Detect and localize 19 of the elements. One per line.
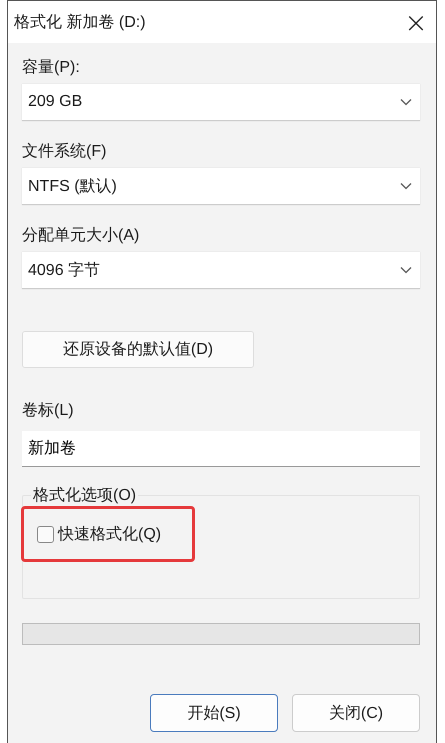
chevron-down-icon [400,182,412,190]
input-field[interactable]: 新加卷 [22,431,420,467]
group-title: 格式化选项(O) [31,485,138,506]
field-label: 卷标(L) [22,401,75,421]
window-title: 格式化 新加卷 (D:) [14,12,146,32]
dropdown[interactable]: 209 GB [22,84,420,121]
restore-defaults-button[interactable]: 还原设备的默认值(D) [22,331,254,368]
checkbox-label[interactable]: 快速格式化(Q) [58,524,162,545]
chevron-down-icon [400,266,412,274]
checkbox[interactable] [37,526,54,543]
dialog-button[interactable]: 关闭(C) [292,694,420,732]
field-label: 分配单元大小(A) [22,226,140,246]
field-label: 容量(P): [22,58,81,78]
close-button[interactable]: × [396,2,436,42]
field-label: 文件系统(F) [22,142,108,162]
dialog-button[interactable]: 开始(S) [150,694,278,732]
chevron-down-icon [400,98,412,106]
dropdown[interactable]: NTFS (默认) [22,168,420,205]
dropdown[interactable]: 4096 字节 [22,252,420,289]
